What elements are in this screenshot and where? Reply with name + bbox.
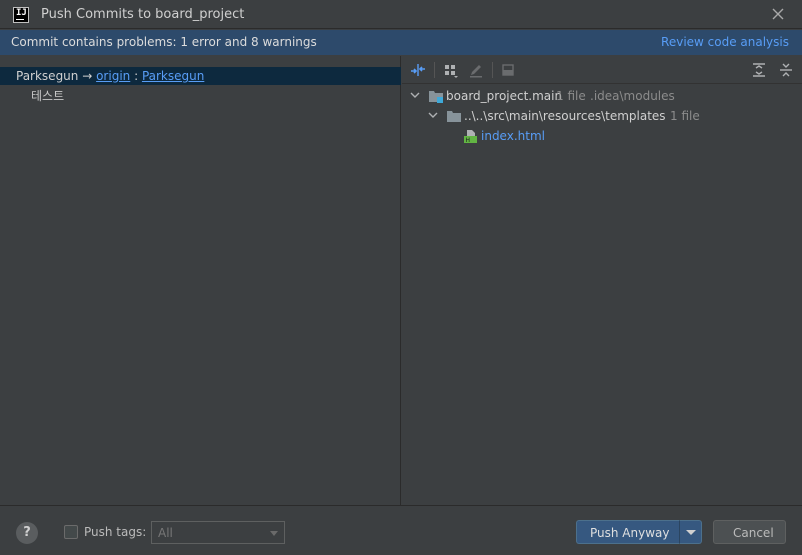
tags-select[interactable]: All [151,521,285,544]
preview-icon[interactable] [499,61,517,79]
module-name: board_project.main [446,89,563,103]
cancel-button[interactable]: Cancel [713,520,786,544]
chevron-down-icon[interactable] [409,89,421,101]
chevron-down-icon[interactable] [427,109,439,121]
file-name: index.html [481,129,545,143]
module-path: .idea\modules [590,89,675,103]
problems-message: Commit contains problems: 1 error and 8 … [11,35,317,49]
push-tags-checkbox[interactable] [64,525,78,539]
diff-arrows-icon[interactable] [409,61,427,79]
branch-arrow: → [78,69,97,83]
problems-banner: Commit contains problems: 1 error and 8 … [0,30,802,55]
edit-icon[interactable] [467,61,485,79]
group-by-icon[interactable] [442,61,460,79]
module-folder-icon [429,91,443,103]
help-button[interactable]: ? [16,522,38,544]
commits-pane: Parksegun → origin : Parksegun 테스트 [0,56,401,505]
tags-select-value: All [158,526,173,540]
changes-pane: board_project.main 1 file .idea\modules … [402,56,802,505]
expand-all-icon[interactable] [750,61,768,79]
collapse-all-icon[interactable] [777,61,795,79]
svg-text:H: H [466,137,471,144]
folder-icon [447,111,461,122]
push-tags-label: Push tags: [84,525,147,539]
changes-toolbar [402,56,802,84]
toolbar-separator [434,62,435,78]
title-bar: IJ Push Commits to board_project [0,0,802,29]
push-anyway-label: Push Anyway [590,526,670,540]
branch-row[interactable]: Parksegun → origin : Parksegun [0,67,401,85]
branch-separator: : [130,69,142,83]
target-branch-link[interactable]: Parksegun [142,69,204,83]
push-anyway-button[interactable]: Push Anyway [576,520,679,544]
local-branch: Parksegun [16,69,79,83]
toolbar-separator [492,62,493,78]
module-file-count: 1 file [556,89,586,103]
push-options-dropdown[interactable] [679,520,702,544]
window-title: Push Commits to board_project [41,7,245,22]
remote-link[interactable]: origin [96,69,130,83]
folder-path: ..\..\src\main\resources\templates [464,109,666,123]
intellij-icon: IJ [13,7,29,23]
dialog-footer: ? Push tags: All Push Anyway Cancel [0,505,802,555]
close-icon[interactable] [770,6,786,22]
html-file-icon: H [464,130,477,144]
folder-file-count: 1 file [670,109,700,123]
chevron-down-icon [270,531,278,536]
chevron-down-icon [686,530,696,535]
commit-item[interactable]: 테스트 [31,87,64,104]
cancel-label: Cancel [733,526,774,540]
review-code-analysis-link[interactable]: Review code analysis [661,35,789,49]
